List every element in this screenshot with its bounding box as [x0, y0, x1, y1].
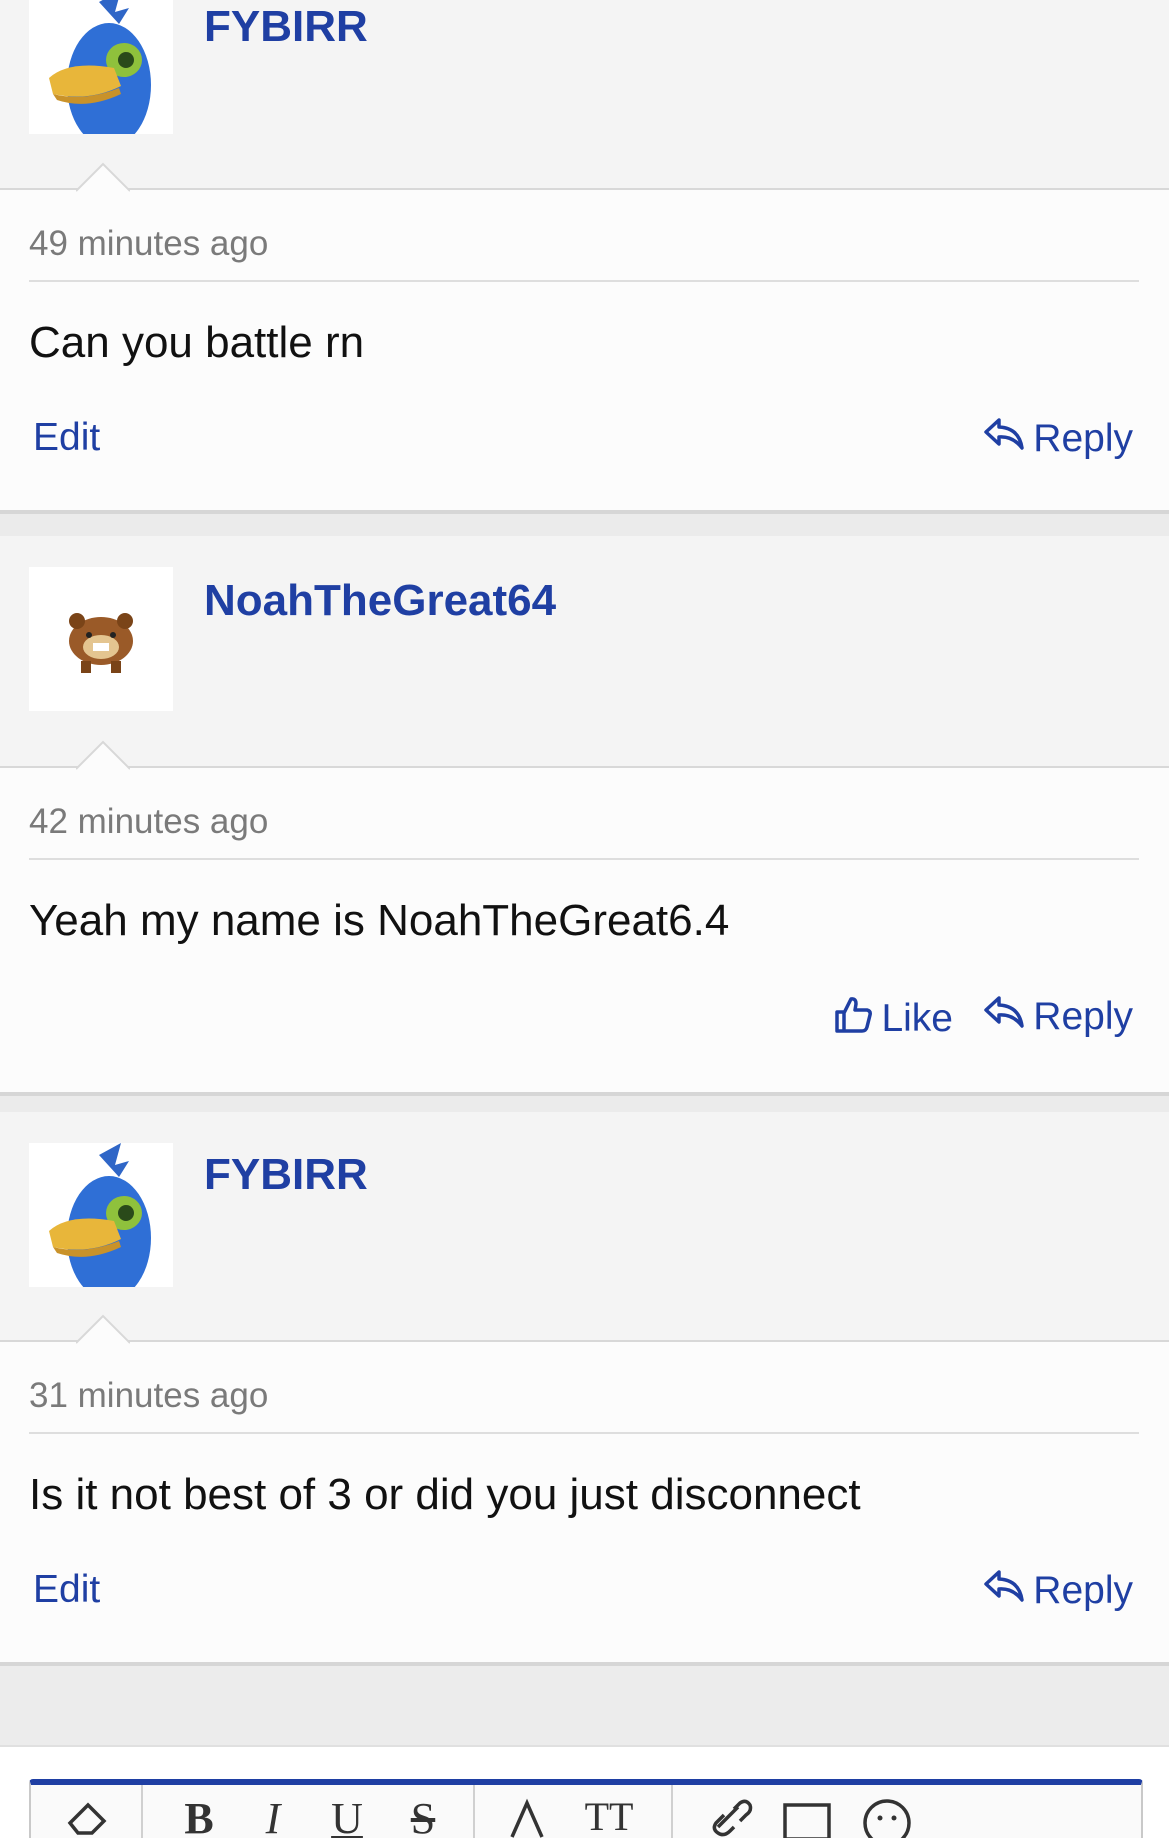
toolbar-separator [473, 1785, 475, 1838]
reply-icon [983, 1568, 1025, 1614]
text-size-icon[interactable]: TT [579, 1793, 639, 1838]
reply-button[interactable]: Reply [983, 1568, 1133, 1614]
avatar[interactable] [29, 567, 173, 711]
eraser-icon[interactable] [59, 1793, 119, 1838]
comment-header: FYBIRR [0, 1112, 1169, 1340]
like-button[interactable]: Like [833, 994, 953, 1044]
italic-icon[interactable]: I [243, 1793, 303, 1838]
comment-header: NoahTheGreat64 [0, 536, 1169, 766]
image-icon[interactable] [777, 1793, 837, 1838]
comment-gap [0, 514, 1169, 536]
avatar[interactable] [29, 1143, 173, 1287]
thumbs-up-icon [833, 994, 873, 1044]
toolbar-separator [141, 1785, 143, 1838]
reply-editor: B I U S TT [0, 1745, 1169, 1838]
username[interactable]: FYBIRR [204, 2, 368, 52]
comment-text: Is it not best of 3 or did you just disc… [29, 1470, 861, 1519]
text-color-icon[interactable] [497, 1793, 557, 1838]
underline-icon[interactable]: U [317, 1793, 377, 1838]
timestamp: 31 minutes ago [29, 1376, 269, 1415]
reply-label: Reply [1033, 1569, 1133, 1612]
emoji-icon[interactable] [857, 1793, 917, 1838]
comment-body: 31 minutes ago Is it not best of 3 or di… [0, 1314, 1169, 1664]
comment-thread: FYBIRR 49 minutes ago Can you battle rn … [0, 0, 1169, 1838]
reply-button[interactable]: Reply [983, 994, 1133, 1040]
comment-body: 49 minutes ago Can you battle rn Edit Re… [0, 162, 1169, 512]
comment-body: 42 minutes ago Yeah my name is NoahTheGr… [0, 740, 1169, 1094]
reply-icon [983, 416, 1025, 462]
bear-avatar-icon [69, 613, 133, 673]
bold-icon[interactable]: B [169, 1793, 229, 1838]
timestamp: 49 minutes ago [29, 224, 269, 263]
avatar[interactable] [29, 0, 173, 134]
formatting-toolbar: B I U S TT [29, 1779, 1143, 1838]
edit-label: Edit [33, 416, 101, 459]
reply-button[interactable]: Reply [983, 416, 1133, 462]
edit-button[interactable]: Edit [33, 1568, 100, 1612]
username[interactable]: NoahTheGreat64 [204, 576, 556, 626]
strikethrough-icon[interactable]: S [393, 1793, 453, 1838]
comment-gap [0, 1096, 1169, 1112]
reply-label: Reply [1033, 995, 1133, 1038]
edit-label: Edit [33, 1568, 101, 1611]
divider [29, 858, 1139, 860]
comment-text: Can you battle rn [29, 318, 365, 367]
divider [29, 1432, 1139, 1434]
duck-avatar-icon [49, 1143, 151, 1287]
timestamp: 42 minutes ago [29, 802, 269, 841]
link-icon[interactable] [699, 1793, 759, 1838]
username[interactable]: FYBIRR [204, 1150, 368, 1200]
comment-header: FYBIRR [0, 0, 1169, 190]
toolbar-separator [671, 1785, 673, 1838]
like-label: Like [881, 997, 953, 1040]
edit-button[interactable]: Edit [33, 416, 100, 460]
divider [29, 280, 1139, 282]
comment-text: Yeah my name is NoahTheGreat6.4 [29, 896, 730, 945]
reply-icon [983, 994, 1025, 1040]
reply-label: Reply [1033, 417, 1133, 460]
comment-separator [0, 1662, 1169, 1666]
duck-avatar-icon [49, 0, 151, 134]
